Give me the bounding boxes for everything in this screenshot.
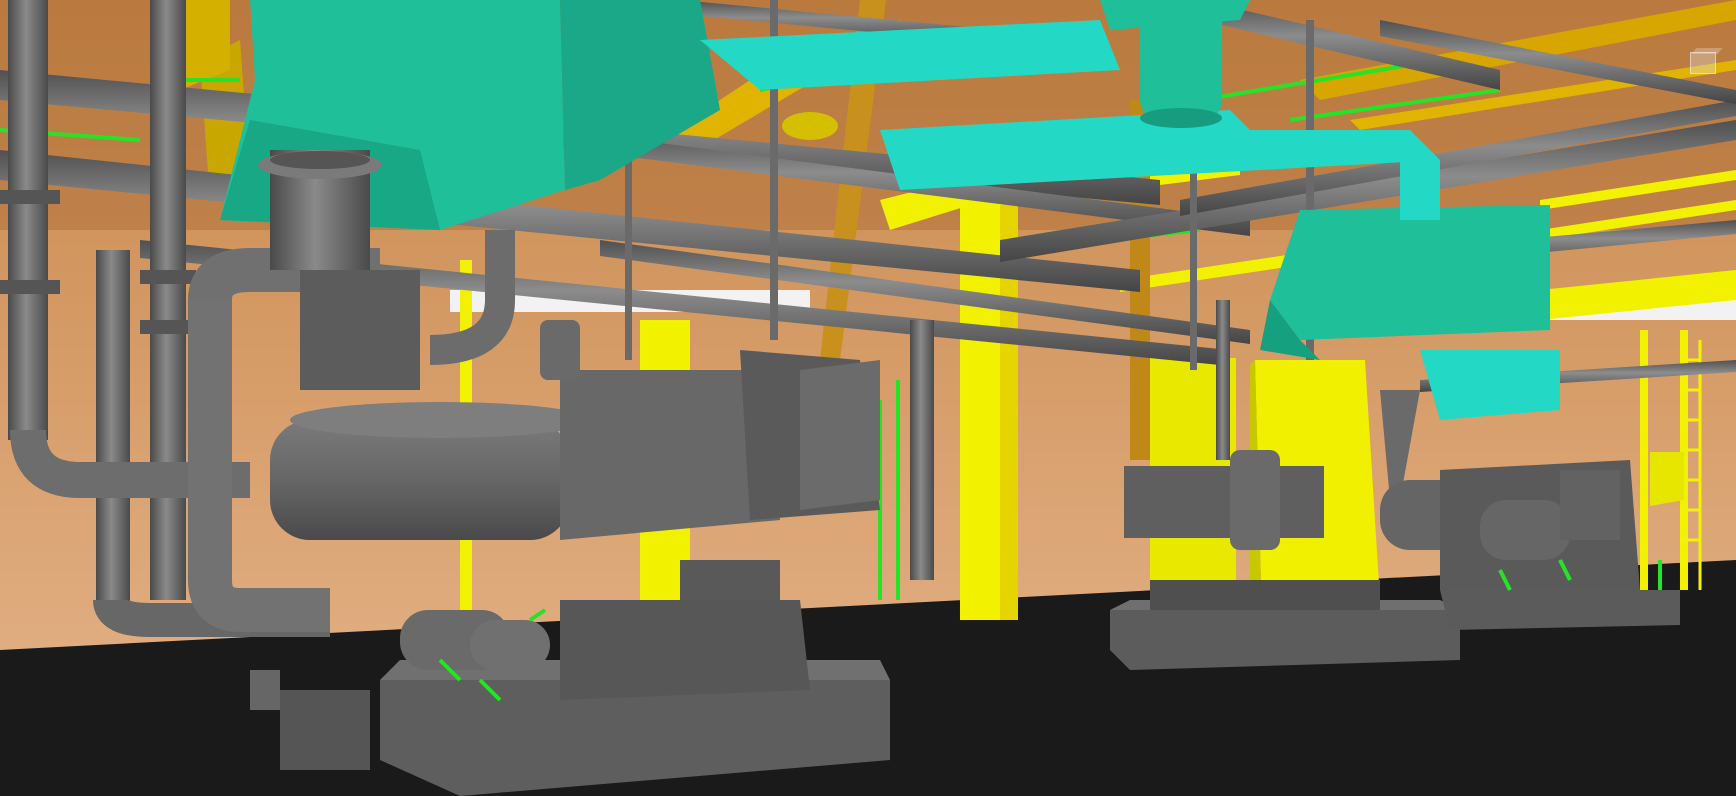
view-cube-icon[interactable]	[1686, 48, 1723, 78]
view-cube-front[interactable]	[1690, 52, 1716, 74]
3d-model-viewport[interactable]	[0, 0, 1736, 796]
plant-3d-scene[interactable]	[0, 0, 1736, 796]
